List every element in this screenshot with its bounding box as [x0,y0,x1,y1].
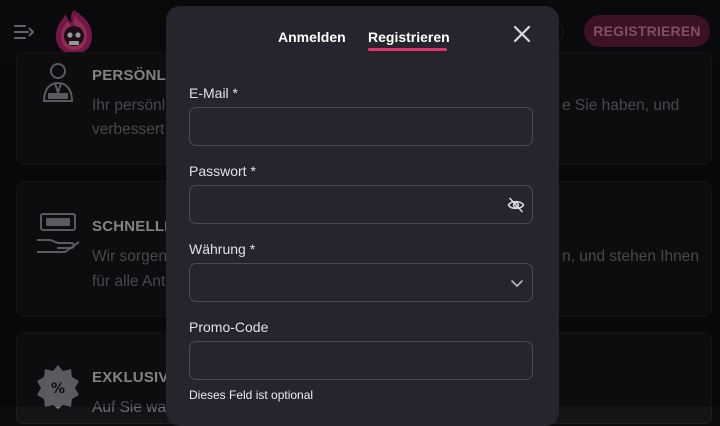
header-register-button[interactable]: REGISTRIEREN [584,15,710,47]
percent-badge-icon: % [37,365,79,409]
advisor-icon [42,63,74,102]
promo-code-hint: Dieses Feld ist optional [189,388,314,402]
card-text: Wir sorgen [92,248,167,265]
tab-register[interactable]: Registrieren [368,29,450,45]
active-tab-indicator [368,48,447,51]
tab-login[interactable]: Anmelden [278,29,346,45]
chevron-down-icon[interactable] [508,274,526,292]
card-text: für alle Ant [92,273,166,290]
promo-code-label: Promo-Code [189,319,269,335]
card-text: verbessert [92,121,165,138]
email-field[interactable] [189,107,533,146]
card-title: PERSÖNLI [92,67,171,84]
currency-select[interactable] [189,263,533,302]
card-title: EXKLUSIV [92,369,169,386]
skull-flame-logo[interactable] [52,8,96,56]
close-icon[interactable] [512,24,532,44]
card-text: Auf Sie wart [92,399,176,416]
password-label: Passwort * [189,163,256,179]
password-field[interactable] [189,185,533,224]
promo-code-field[interactable] [189,341,533,380]
card-text: Ihr persönli [92,97,169,114]
eye-off-icon[interactable] [507,196,525,214]
cash-hand-icon [37,213,80,253]
card-text-right: e Sie haben, und [562,97,680,114]
currency-label: Währung * [189,241,256,257]
auth-modal: Anmelden Registrieren E-Mail * Passwort … [166,6,559,426]
svg-text:%: % [51,381,65,397]
card-text-right: n, und stehen Ihnen [562,248,700,265]
card-title: SCHNELLI [92,218,169,235]
email-label: E-Mail * [189,85,239,101]
menu-collapse-icon[interactable] [14,24,34,40]
